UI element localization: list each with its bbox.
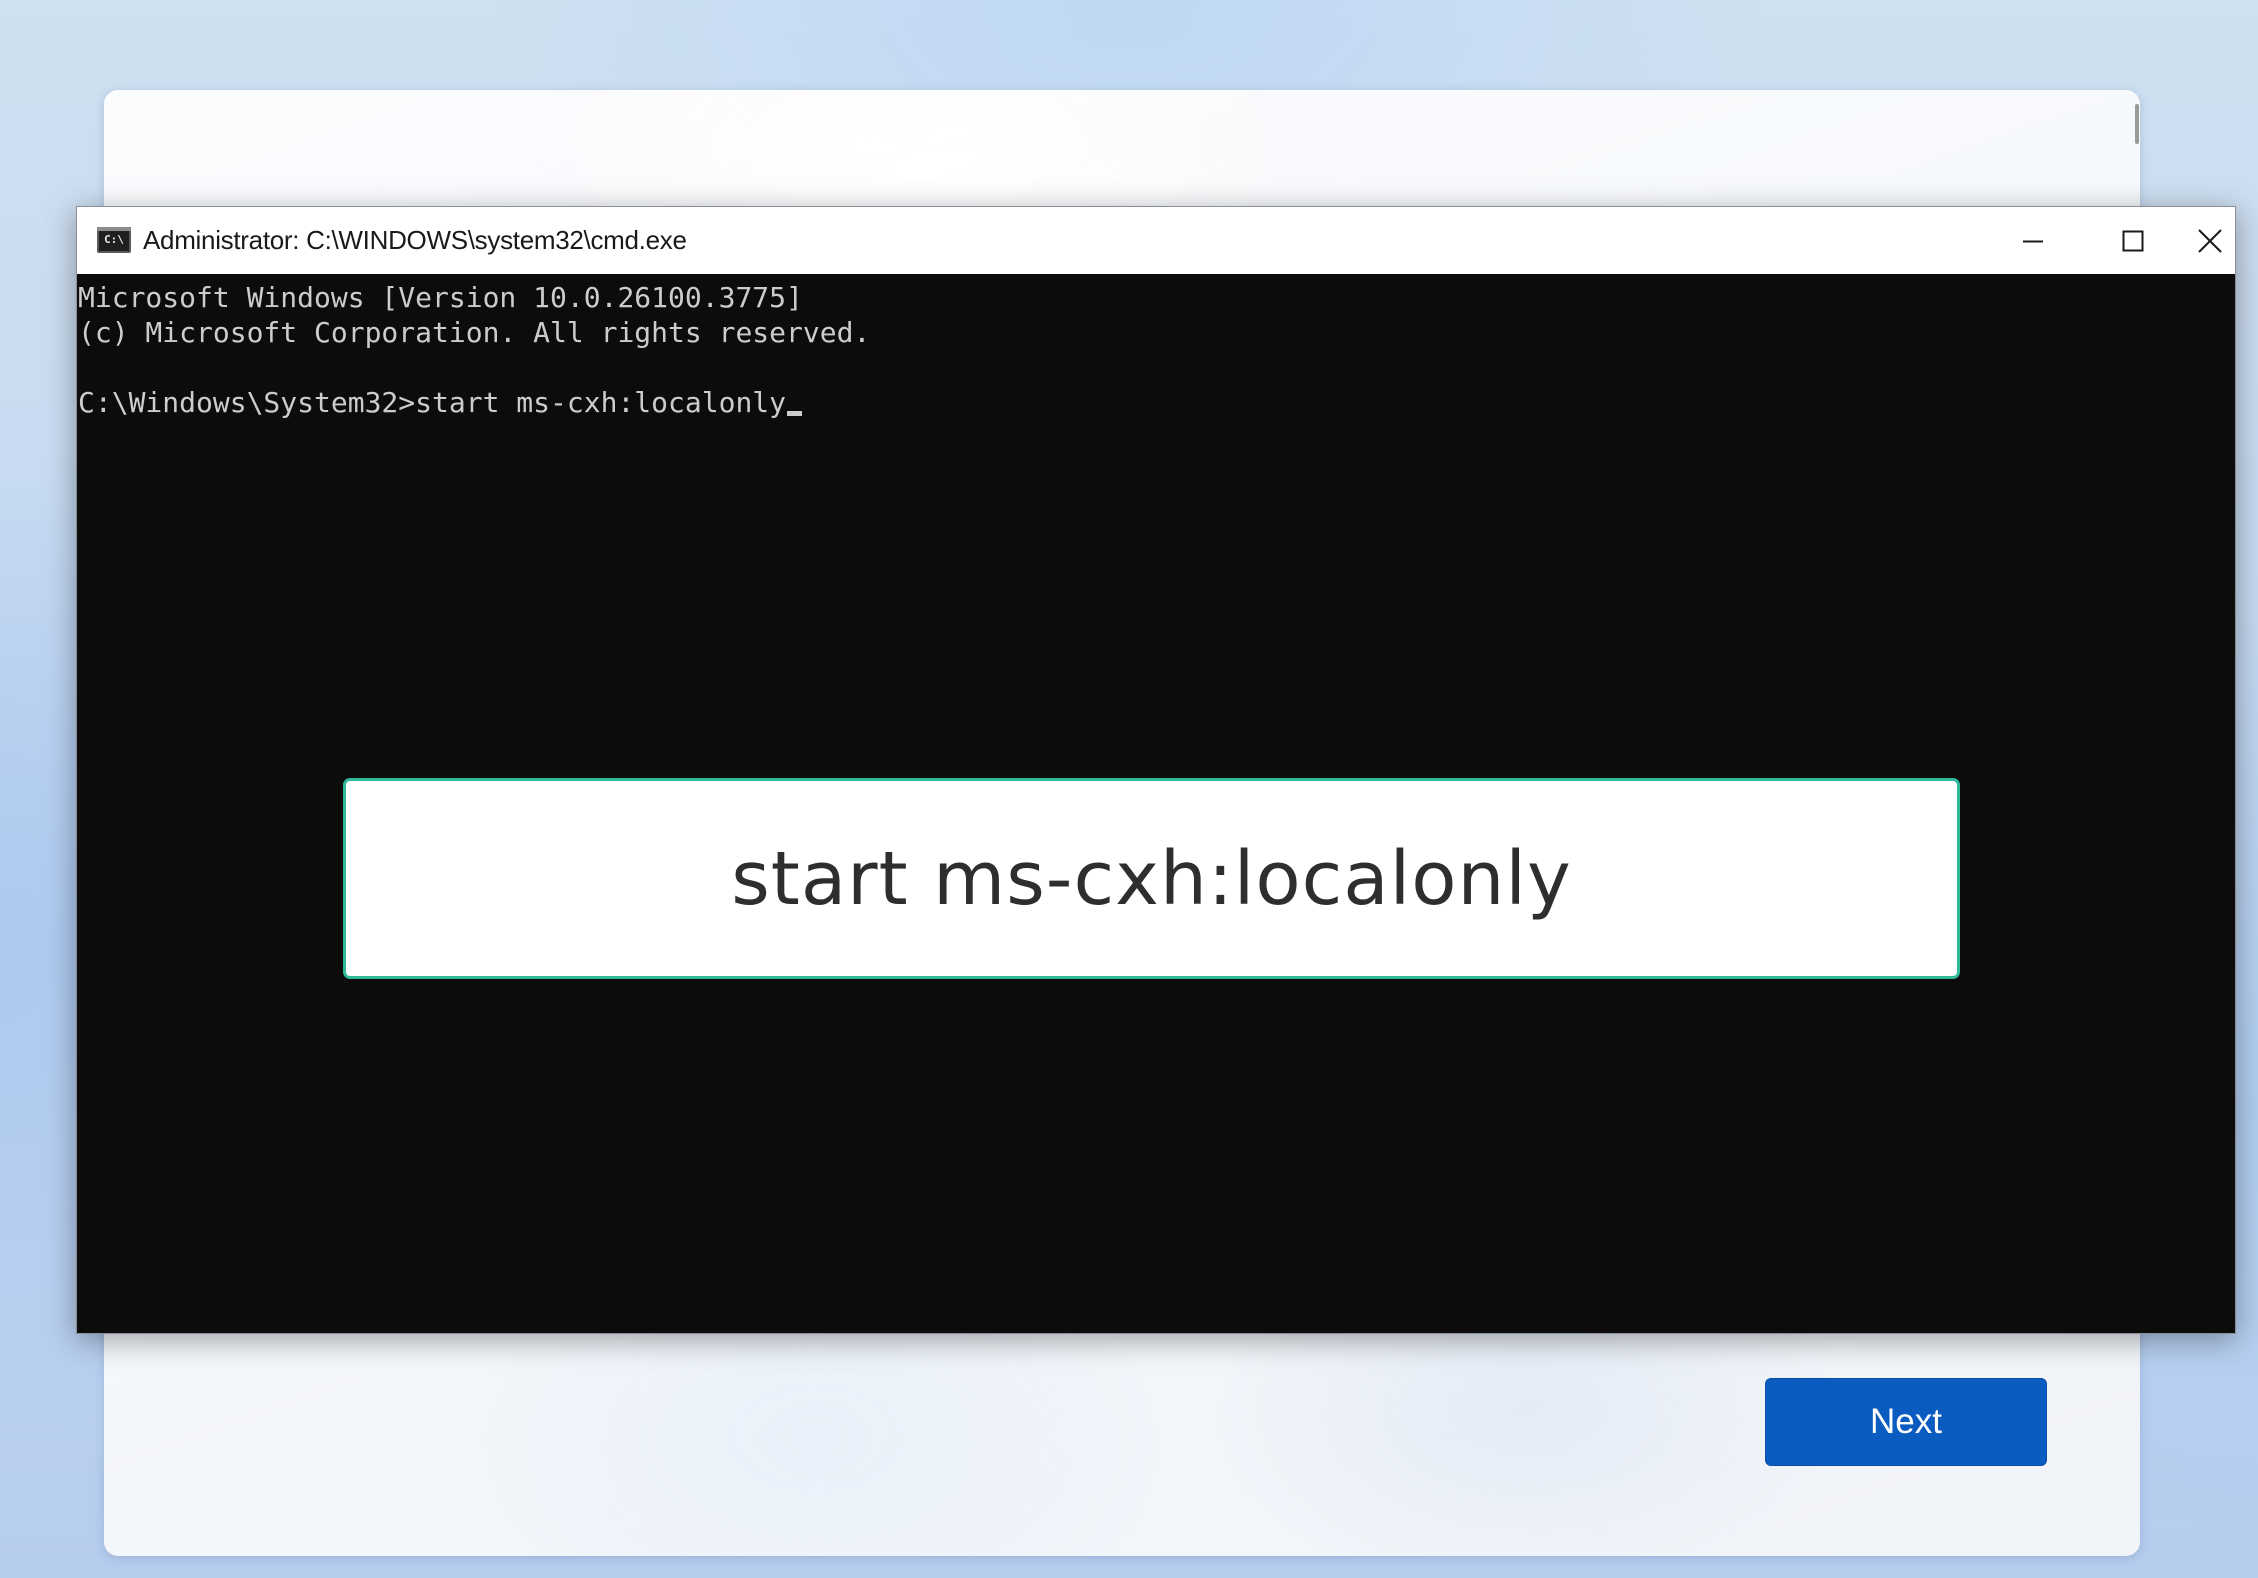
cmd-icon: C:\ (97, 227, 131, 253)
command-callout-text: start ms-cxh:localonly (731, 835, 1572, 922)
minimize-icon (2023, 240, 2043, 242)
console-version-line: Microsoft Windows [Version 10.0.26100.37… (78, 281, 803, 314)
close-icon (2198, 228, 2222, 253)
close-button[interactable] (2183, 207, 2237, 274)
command-prompt-window[interactable]: C:\ Administrator: C:\WINDOWS\system32\c… (76, 206, 2236, 1334)
next-button[interactable]: Next (1765, 1378, 2047, 1466)
command-callout: start ms-cxh:localonly (343, 778, 1960, 979)
window-title: Administrator: C:\WINDOWS\system32\cmd.e… (143, 225, 687, 255)
console-command: start ms-cxh:localonly (415, 386, 787, 419)
maximize-icon (2122, 230, 2144, 251)
scrollbar[interactable] (2197, 274, 2235, 1333)
console-command-line[interactable]: C:\Windows\System32>start ms-cxh:localon… (78, 385, 803, 420)
minimize-button[interactable] (1983, 207, 2083, 274)
maximize-button[interactable] (2083, 207, 2183, 274)
console-copyright-line: (c) Microsoft Corporation. All rights re… (78, 316, 871, 349)
scrollbar-thumb[interactable] (2135, 104, 2139, 144)
text-cursor (787, 411, 803, 416)
title-bar[interactable]: C:\ Administrator: C:\WINDOWS\system32\c… (77, 207, 2235, 274)
console-prompt: C:\Windows\System32> (78, 386, 416, 419)
